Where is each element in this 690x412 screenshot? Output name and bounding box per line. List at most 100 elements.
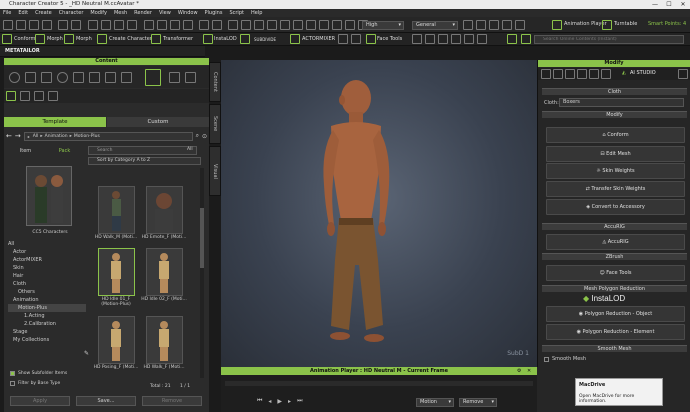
ik-icon[interactable] (319, 20, 329, 30)
tree-item[interactable]: Cloth (8, 280, 86, 288)
fk-icon[interactable] (332, 20, 342, 30)
3d-viewport[interactable]: SubD 1 (221, 60, 537, 367)
metatailor-label[interactable]: METATAILOR (5, 48, 40, 54)
side-tab-visual[interactable]: Visual (209, 146, 221, 196)
fullscreen-icon[interactable] (212, 20, 222, 30)
content-thumb[interactable] (98, 186, 135, 234)
tree-item[interactable]: Actor (8, 248, 86, 256)
back-arrow-icon[interactable]: ← (6, 132, 12, 140)
scroll-thumb[interactable] (200, 208, 204, 268)
save-icon[interactable] (29, 20, 39, 30)
create-character-button[interactable]: Create Character (109, 35, 152, 44)
wireframe-icon[interactable] (254, 20, 264, 30)
tree-item[interactable]: Hair (8, 272, 86, 280)
transformer-button[interactable]: Transformer (163, 35, 193, 44)
eye-icon[interactable] (57, 72, 68, 83)
cloth-icon[interactable] (121, 72, 132, 83)
attribute-icon[interactable] (541, 69, 551, 79)
morph-select-icon[interactable] (35, 34, 45, 44)
cloth-select[interactable]: Boxers (559, 98, 684, 107)
tree-item[interactable]: All (8, 240, 86, 248)
tree-item[interactable]: ActorMIXER (8, 256, 86, 264)
render-icon[interactable] (293, 20, 303, 30)
smart-gallery-icon[interactable] (507, 34, 517, 44)
scale-icon[interactable] (127, 20, 137, 30)
content-search-input[interactable]: Search (88, 146, 197, 155)
light-icon[interactable] (228, 20, 238, 30)
close-button[interactable]: ✕ (676, 0, 690, 9)
undo-icon[interactable] (58, 20, 68, 30)
menu-edit[interactable]: Edit (18, 10, 28, 16)
morph-icon[interactable] (577, 69, 587, 79)
shading-select[interactable]: General (412, 21, 458, 30)
smooth-mesh-checkbox[interactable] (544, 356, 549, 362)
quality-select[interactable]: High (362, 21, 404, 30)
plugin-c-icon[interactable] (412, 34, 422, 44)
body-icon[interactable] (25, 72, 36, 83)
conform-icon[interactable] (2, 34, 12, 44)
turntable-button[interactable]: Turntable (614, 20, 637, 29)
minimize-button[interactable]: — (648, 0, 662, 9)
animation-icon[interactable] (145, 69, 161, 86)
player-settings-icon[interactable]: ⚙ (517, 368, 521, 374)
skin-weights-button[interactable]: ☼ Skin Weights (546, 163, 685, 179)
prev-frame-icon[interactable]: ◂ (268, 398, 271, 405)
hair-icon[interactable] (73, 72, 84, 83)
plugin-h-icon[interactable] (477, 34, 487, 44)
edit-mesh-button[interactable]: ⊟ Edit Mesh (546, 146, 685, 162)
sun-icon[interactable] (489, 20, 499, 30)
conform-button[interactable]: Conform (14, 35, 35, 44)
pose-tab-icon[interactable] (601, 69, 611, 79)
apply-button[interactable]: Apply (10, 396, 70, 406)
content-thumb-selected[interactable] (98, 248, 135, 296)
open-folder-icon[interactable] (16, 20, 26, 30)
actormixer-icon[interactable] (290, 34, 300, 44)
search-toggle-icon[interactable]: ⌕ (196, 132, 199, 140)
menu-view[interactable]: View (159, 10, 171, 16)
subdivide-button[interactable]: SUBDIVIDE (254, 35, 276, 44)
convert-to-accessory-button[interactable]: ◈ Convert to Accessory (546, 199, 685, 215)
all-filter[interactable]: All (187, 147, 193, 152)
instalod-button[interactable]: InstaLOD (214, 35, 237, 44)
physics-icon[interactable] (589, 69, 599, 79)
screenshot-icon[interactable] (306, 20, 316, 30)
timeline-track[interactable] (225, 381, 533, 386)
menu-create[interactable]: Create (35, 10, 52, 16)
ai-studio-icon[interactable]: ◭ (622, 70, 626, 76)
menu-window[interactable]: Window (178, 10, 198, 16)
transfer-skin-weights-button[interactable]: ⇄ Transfer Skin Weights (546, 181, 685, 197)
material-icon[interactable] (565, 69, 575, 79)
content-thumb[interactable] (146, 248, 183, 296)
select-icon[interactable] (88, 20, 98, 30)
menu-script[interactable]: Script (229, 10, 244, 16)
tab-item[interactable]: Item (6, 148, 45, 156)
tree-item[interactable]: My Collections (8, 336, 86, 344)
tab-template[interactable]: Template (4, 117, 106, 127)
redo-icon[interactable] (71, 20, 81, 30)
sub-tool-b-icon[interactable] (34, 91, 44, 101)
accurig-button[interactable]: ◬ AccuRIG (546, 234, 685, 250)
fit-view-icon[interactable] (199, 20, 209, 30)
ao-icon[interactable] (515, 20, 525, 30)
plugin-a-icon[interactable] (338, 34, 348, 44)
tree-item-selected[interactable]: Motion-Plus (8, 304, 86, 312)
menu-modify[interactable]: Modify (90, 10, 107, 16)
side-tab-scene[interactable]: Scene (209, 104, 221, 144)
pack-thumbnail[interactable] (26, 166, 72, 226)
head-icon[interactable] (9, 72, 20, 83)
animation-player-button[interactable]: Animation Player (564, 20, 607, 29)
smart-points-label[interactable]: Smart Points: 4 (648, 20, 686, 29)
panel-pin-icon[interactable] (678, 69, 688, 79)
orbit-icon[interactable] (157, 20, 167, 30)
shadow-icon[interactable] (502, 20, 512, 30)
menu-file[interactable]: File (3, 10, 11, 16)
texture-icon[interactable] (280, 20, 290, 30)
animation-player-icon[interactable] (552, 20, 562, 30)
content-thumb[interactable] (146, 316, 183, 364)
subdivide-icon[interactable] (240, 34, 250, 44)
next-frame-icon[interactable]: ▸ (288, 398, 291, 405)
sub-tool-a-icon[interactable] (20, 91, 30, 101)
grid-icon[interactable] (241, 20, 251, 30)
breadcrumb-animation[interactable]: Animation (45, 134, 68, 139)
instalod-icon[interactable] (203, 34, 213, 44)
